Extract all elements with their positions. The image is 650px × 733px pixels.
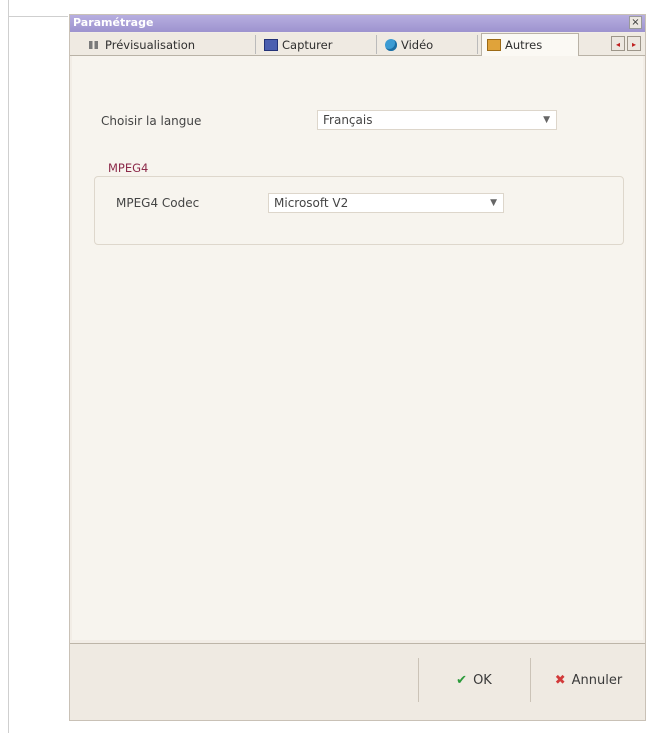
- check-icon: ✔: [456, 672, 468, 688]
- settings-dialog: Paramétrage × Prévisualisation Capturer …: [69, 14, 646, 721]
- mpeg4-codec-label: MPEG4 Codec: [116, 196, 200, 210]
- video-icon: [385, 38, 397, 51]
- close-button[interactable]: ×: [629, 16, 642, 29]
- cancel-label: Annuler: [571, 672, 623, 688]
- chevron-down-icon: ▼: [543, 115, 550, 125]
- dialog-title: Paramétrage: [73, 16, 154, 29]
- tab-label: Prévisualisation: [105, 37, 196, 52]
- tab-preview[interactable]: Prévisualisation: [84, 35, 256, 54]
- language-label: Choisir la langue: [101, 114, 202, 128]
- tab-label: Vidéo: [401, 37, 434, 52]
- page-left-rule: [8, 0, 9, 733]
- title-bar[interactable]: Paramétrage ×: [70, 15, 645, 32]
- close-icon: ✖: [554, 672, 566, 688]
- tab-scroll-left-button[interactable]: ◂: [611, 36, 625, 51]
- preview-icon: [89, 40, 101, 49]
- tab-label: Autres: [505, 38, 543, 52]
- language-value: Français: [323, 113, 373, 127]
- button-bar: ✔ OK ✖ Annuler: [70, 643, 645, 720]
- tab-video[interactable]: Vidéo: [380, 35, 478, 54]
- tab-capture[interactable]: Capturer: [259, 35, 377, 54]
- chevron-down-icon: ▼: [490, 198, 497, 208]
- ok-label: OK: [473, 672, 492, 688]
- other-icon: [487, 39, 501, 51]
- mpeg4-codec-select[interactable]: Microsoft V2 ▼: [268, 193, 504, 213]
- tab-strip: Prévisualisation Capturer Vidéo Autres ◂…: [70, 33, 645, 56]
- tab-scroll-right-button[interactable]: ▸: [627, 36, 641, 51]
- tab-label: Capturer: [282, 37, 333, 52]
- language-select[interactable]: Français ▼: [317, 110, 557, 130]
- capture-icon: [264, 38, 278, 51]
- mpeg4-codec-value: Microsoft V2: [274, 196, 349, 210]
- tab-other[interactable]: Autres: [481, 33, 579, 56]
- settings-content: Choisir la langue Français ▼ MPEG4 MPEG4…: [72, 56, 643, 640]
- mpeg4-group-title: MPEG4: [106, 161, 151, 175]
- page-top-rule: [8, 16, 68, 17]
- ok-button[interactable]: ✔ OK: [418, 658, 529, 702]
- cancel-button[interactable]: ✖ Annuler: [530, 658, 646, 702]
